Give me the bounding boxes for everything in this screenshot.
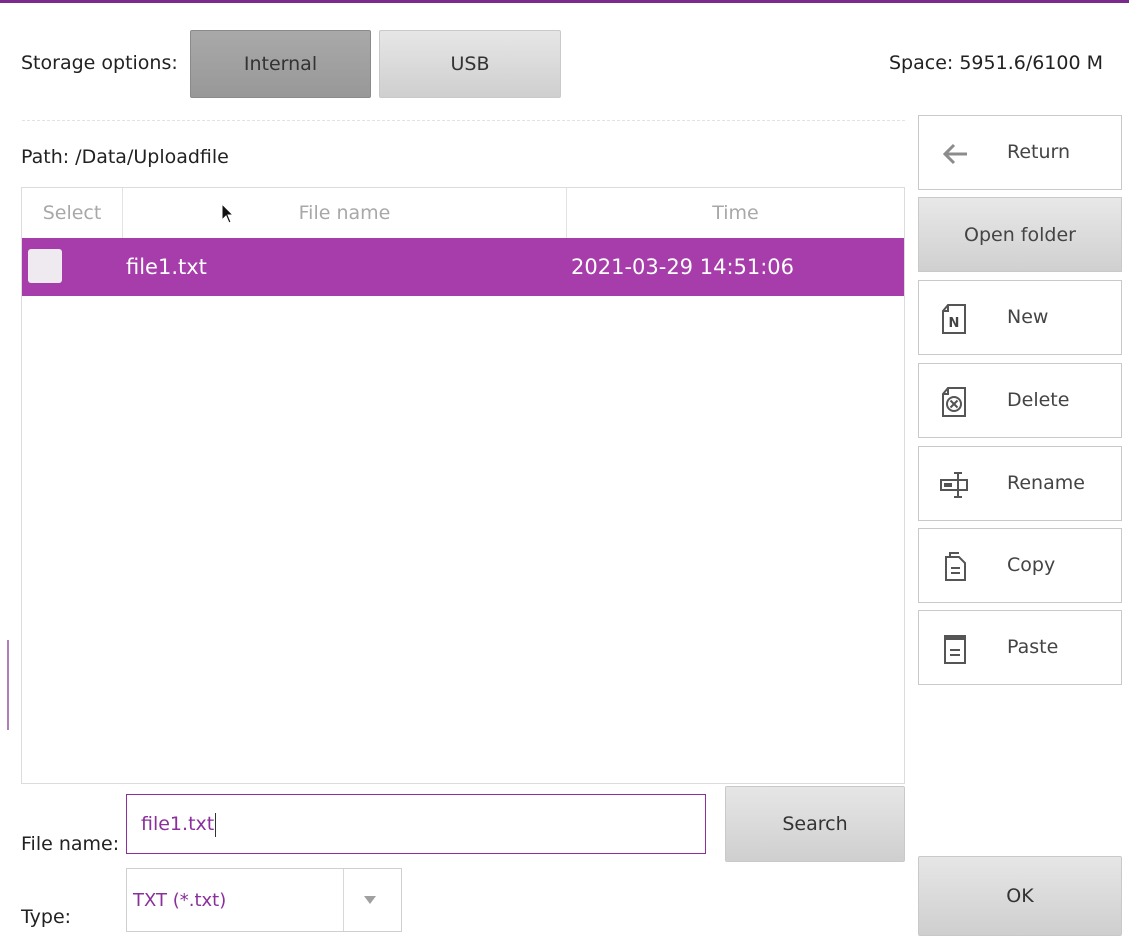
window-left-border xyxy=(7,640,9,730)
divider xyxy=(22,120,905,121)
type-select-divider xyxy=(343,869,344,931)
column-header-time: Time xyxy=(712,202,759,224)
open-folder-label: Open folder xyxy=(964,223,1076,246)
internal-storage-button[interactable]: Internal xyxy=(190,30,371,98)
copy-label: Copy xyxy=(1007,554,1056,576)
column-header-file-name: File name xyxy=(123,188,567,238)
type-label: Type: xyxy=(21,906,72,928)
return-label: Return xyxy=(1007,141,1071,163)
table-header: Select File name Time xyxy=(22,188,904,238)
svg-text:N: N xyxy=(949,316,960,331)
column-header-select: Select xyxy=(22,188,123,238)
open-folder-button[interactable]: Open folder xyxy=(918,197,1122,272)
row-select-checkbox[interactable] xyxy=(28,249,62,283)
new-button[interactable]: N New xyxy=(918,280,1122,355)
rename-icon xyxy=(940,472,968,498)
new-label: New xyxy=(1007,306,1049,328)
file-name-input[interactable]: file1.txt xyxy=(126,794,706,854)
storage-options-label: Storage options: xyxy=(21,52,178,74)
row-file-name: file1.txt xyxy=(126,255,207,279)
table-row[interactable]: file1.txt 2021-03-29 14:51:06 xyxy=(22,238,904,296)
new-document-icon: N xyxy=(942,304,966,334)
type-value: TXT (*.txt) xyxy=(133,890,227,911)
copy-icon xyxy=(945,552,966,581)
mouse-pointer-icon xyxy=(221,202,235,224)
file-name-value: file1.txt xyxy=(141,813,215,835)
file-name-label: File name: xyxy=(21,833,120,855)
delete-label: Delete xyxy=(1007,389,1070,411)
text-caret xyxy=(215,812,217,837)
delete-document-icon xyxy=(942,387,966,417)
file-table[interactable]: Select File name Time file1.txt 2021-03-… xyxy=(21,187,905,784)
window-top-border xyxy=(0,0,1129,3)
search-button[interactable]: Search xyxy=(725,786,905,862)
dropdown-arrow-icon[interactable] xyxy=(364,896,376,904)
path-display: Path: /Data/Uploadfile xyxy=(21,146,229,168)
ok-button[interactable]: OK xyxy=(918,856,1122,936)
paste-icon xyxy=(944,635,966,664)
row-time: 2021-03-29 14:51:06 xyxy=(571,255,795,279)
return-button[interactable]: Return xyxy=(918,115,1122,190)
rename-button[interactable]: Rename xyxy=(918,446,1122,521)
paste-button[interactable]: Paste xyxy=(918,610,1122,685)
left-arrow-icon xyxy=(942,143,967,165)
copy-button[interactable]: Copy xyxy=(918,528,1122,603)
type-select[interactable]: TXT (*.txt) xyxy=(126,868,402,932)
delete-button[interactable]: Delete xyxy=(918,363,1122,438)
rename-label: Rename xyxy=(1007,472,1085,494)
space-indicator: Space: 5951.6/6100 M xyxy=(889,52,1104,74)
usb-storage-button[interactable]: USB xyxy=(379,30,561,98)
paste-label: Paste xyxy=(1007,636,1059,658)
